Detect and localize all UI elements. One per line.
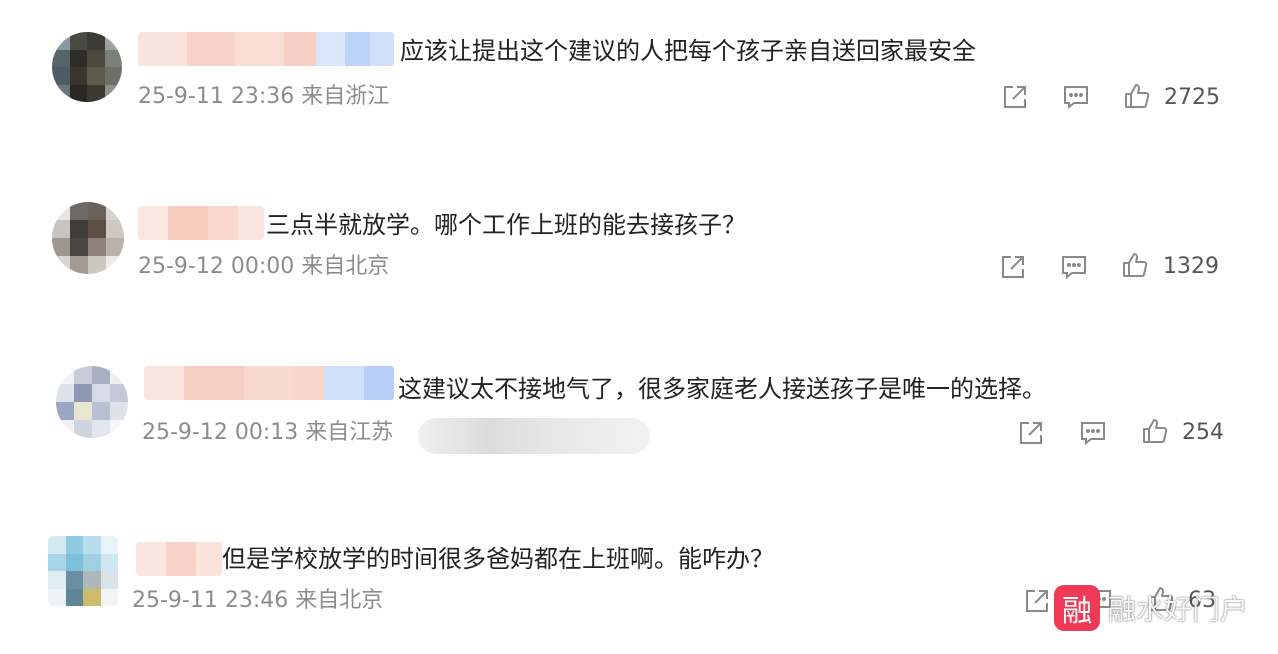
- like-count: 254: [1182, 420, 1224, 445]
- username-blurred[interactable]: [144, 366, 394, 400]
- avatar[interactable]: [52, 202, 124, 274]
- share-icon[interactable]: [998, 252, 1028, 282]
- share-icon[interactable]: [1022, 586, 1052, 616]
- username-blurred[interactable]: [138, 206, 264, 240]
- like-icon[interactable]: [1120, 250, 1150, 280]
- comment-item: 三点半就放学。哪个工作上班的能去接孩子？ 25-9-12 00:00 来自北京 …: [0, 170, 1278, 300]
- comment-icon[interactable]: [1061, 82, 1091, 112]
- comment-meta: 25-9-12 00:13 来自江苏: [142, 420, 394, 445]
- comment-meta: 25-9-12 00:00 来自北京: [138, 254, 390, 279]
- avatar[interactable]: [56, 366, 128, 438]
- watermark-logo: 融: [1054, 585, 1100, 631]
- username-blurred[interactable]: [138, 32, 394, 66]
- like-count: 1329: [1163, 254, 1219, 279]
- comment-text: 应该让提出这个建议的人把每个孩子亲自送回家最安全: [400, 37, 976, 65]
- share-icon[interactable]: [1000, 82, 1030, 112]
- comment-meta: 25-9-11 23:46 来自北京: [132, 588, 384, 613]
- comment-text: 这建议太不接地气了，很多家庭老人接送孩子是唯一的选择。: [398, 375, 1046, 403]
- comment-icon[interactable]: [1078, 418, 1108, 448]
- watermark: 融 融水好门户: [1054, 584, 1248, 632]
- comment-text: 三点半就放学。哪个工作上班的能去接孩子？: [266, 211, 746, 239]
- comment-text: 但是学校放学的时间很多爸妈都在上班啊。能咋办？: [222, 545, 774, 573]
- avatar[interactable]: [48, 536, 118, 606]
- comment-meta: 25-9-11 23:36 来自浙江: [138, 84, 390, 109]
- avatar[interactable]: [52, 32, 122, 102]
- watermark-text: 融水好门户: [1108, 593, 1249, 626]
- username-blurred[interactable]: [136, 542, 222, 576]
- share-icon[interactable]: [1016, 418, 1046, 448]
- like-icon[interactable]: [1140, 416, 1170, 446]
- comment-item: 应该让提出这个建议的人把每个孩子亲自送回家最安全 25-9-11 23:36 来…: [0, 0, 1278, 130]
- comment-icon[interactable]: [1059, 252, 1089, 282]
- redacted-blur: [418, 418, 650, 454]
- like-count: 2725: [1164, 85, 1220, 110]
- like-icon[interactable]: [1122, 81, 1152, 111]
